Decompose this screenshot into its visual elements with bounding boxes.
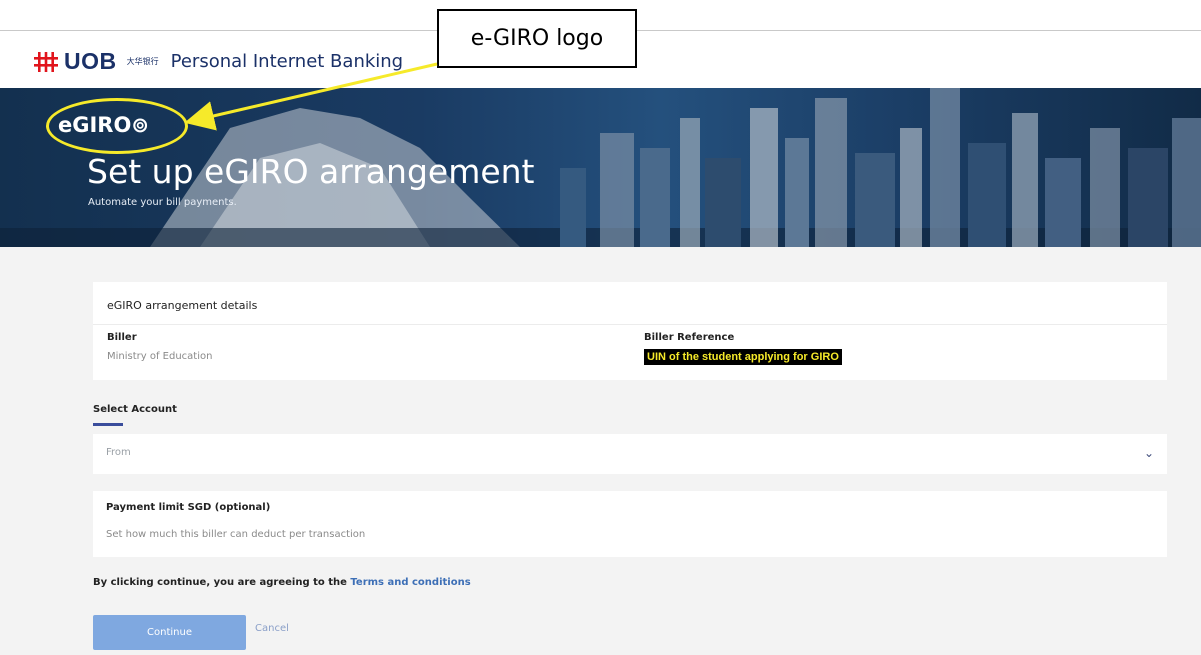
banking-title: Personal Internet Banking — [170, 51, 404, 72]
page: UOB 大华银行 Personal Internet Banking eGIRO… — [0, 0, 1201, 655]
annotation-callout: e-GIRO logo — [437, 9, 637, 68]
page-subtitle: Automate your bill payments. — [88, 197, 237, 208]
select-account-underline — [93, 423, 123, 426]
terms-link[interactable]: Terms and conditions — [350, 577, 470, 588]
details-divider — [93, 324, 1167, 325]
account-dropdown-placeholder: From — [106, 447, 131, 458]
terms-agreement: By clicking continue, you are agreeing t… — [93, 577, 471, 588]
logo-highlight-ellipse — [46, 98, 188, 154]
brand-name: UOB — [64, 48, 117, 74]
hero-banner: eGIRO⊚ Set up eGIRO arrangement Automate… — [0, 88, 1201, 247]
select-account-label: Select Account — [93, 404, 177, 415]
biller-label: Biller — [107, 332, 137, 343]
terms-agreement-text: By clicking continue, you are agreeing t… — [93, 577, 347, 588]
chevron-down-icon[interactable]: ⌄ — [1144, 446, 1154, 460]
brand-chinese-name: 大华银行 — [126, 57, 159, 66]
payment-limit-field[interactable]: Payment limit SGD (optional) Set how muc… — [93, 491, 1167, 557]
details-section-title: eGIRO arrangement details — [107, 299, 258, 312]
account-dropdown[interactable]: From ⌄ — [93, 434, 1167, 474]
continue-button[interactable]: Continue — [93, 615, 246, 650]
page-title: Set up eGIRO arrangement — [87, 152, 535, 191]
payment-limit-description: Set how much this biller can deduct per … — [106, 529, 366, 540]
biller-value: Ministry of Education — [107, 351, 213, 362]
brand[interactable]: UOB 大华银行 Personal Internet Banking — [34, 48, 403, 75]
uob-logo-icon — [34, 51, 58, 72]
biller-reference-label: Biller Reference — [644, 332, 735, 343]
arrangement-details-card: eGIRO arrangement details Biller Ministr… — [93, 282, 1167, 380]
cancel-button[interactable]: Cancel — [255, 623, 289, 634]
payment-limit-label: Payment limit SGD (optional) — [106, 502, 271, 513]
biller-reference-value: UIN of the student applying for GIRO — [644, 349, 842, 365]
